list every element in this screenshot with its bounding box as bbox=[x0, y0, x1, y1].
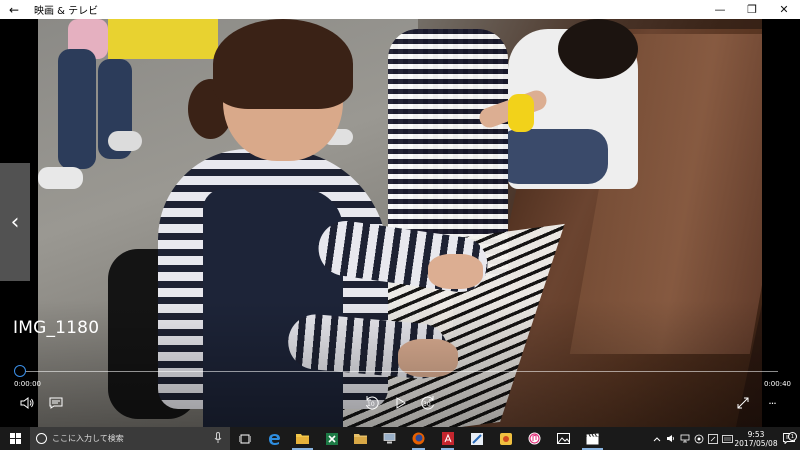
ellipsis-icon: ··· bbox=[768, 396, 776, 410]
captions-icon bbox=[49, 397, 63, 409]
window-title: 映画 & テレビ bbox=[34, 6, 99, 17]
chevron-up-icon bbox=[653, 436, 661, 441]
taskbar-clock[interactable]: 9:53 2017/05/08 bbox=[734, 430, 778, 448]
more-options-button[interactable]: ··· bbox=[762, 394, 782, 412]
chevron-left-icon: ‹ bbox=[10, 209, 20, 235]
video-hair bbox=[213, 19, 353, 109]
maximize-button[interactable]: ❐ bbox=[736, 0, 768, 19]
seek-thumb[interactable] bbox=[14, 365, 26, 377]
keyboard-icon bbox=[721, 434, 733, 443]
taskbar-acrobat[interactable] bbox=[433, 427, 462, 450]
video-shoe bbox=[38, 167, 83, 189]
movies-tv-window: ← 映画 & テレビ — ❐ ✕ ‹ IMG_1180 0:00:00 0:00… bbox=[0, 0, 800, 427]
taskbar-search-box[interactable]: ここに入力して検索 bbox=[30, 427, 230, 450]
network-icon bbox=[680, 434, 690, 443]
back-button[interactable]: ← bbox=[0, 0, 28, 19]
skip-forward-button[interactable]: 30 bbox=[418, 393, 438, 413]
previous-video-button[interactable]: ‹ bbox=[0, 163, 30, 281]
search-placeholder: ここに入力して検索 bbox=[52, 434, 124, 443]
itunes-icon bbox=[528, 432, 541, 445]
taskbar-file-explorer[interactable] bbox=[288, 427, 317, 450]
photos-icon bbox=[557, 433, 570, 444]
app-icon bbox=[470, 432, 483, 445]
tray-keyboard[interactable] bbox=[720, 434, 734, 443]
play-icon bbox=[396, 397, 406, 409]
computer-icon bbox=[383, 433, 396, 444]
restore-icon: ❐ bbox=[747, 3, 757, 16]
skip-back-label: 10 bbox=[367, 401, 375, 408]
total-time: 0:00:40 bbox=[764, 380, 791, 388]
taskbar-this-pc[interactable] bbox=[375, 427, 404, 450]
volume-button[interactable] bbox=[17, 394, 37, 412]
taskbar-firefox[interactable] bbox=[404, 427, 433, 450]
back-arrow-icon: ← bbox=[8, 2, 20, 17]
video-yellow-toy bbox=[508, 94, 534, 132]
action-center-button[interactable]: 1 bbox=[778, 432, 800, 444]
close-button[interactable]: ✕ bbox=[768, 0, 800, 19]
microphone-icon[interactable] bbox=[214, 432, 222, 444]
tray-app-icon bbox=[694, 434, 704, 443]
pen-icon bbox=[708, 433, 718, 444]
taskbar-app-a[interactable] bbox=[462, 427, 491, 450]
seek-bar[interactable] bbox=[20, 371, 778, 372]
minimize-button[interactable]: — bbox=[704, 0, 736, 19]
task-view-button[interactable] bbox=[230, 427, 259, 450]
film-clapper-icon bbox=[586, 433, 599, 444]
taskbar-itunes[interactable] bbox=[520, 427, 549, 450]
cortana-icon bbox=[36, 433, 47, 444]
video-shoe bbox=[108, 131, 142, 151]
windows-logo-icon bbox=[9, 433, 21, 444]
fullscreen-button[interactable] bbox=[734, 394, 752, 412]
taskbar-movies-tv[interactable] bbox=[578, 427, 607, 450]
video-kid-hair bbox=[558, 19, 638, 79]
current-time: 0:00:00 bbox=[14, 380, 41, 388]
tray-chevron[interactable] bbox=[650, 436, 664, 442]
folder-icon bbox=[354, 434, 367, 444]
app-icon bbox=[499, 432, 512, 445]
tray-ime[interactable] bbox=[706, 433, 720, 444]
fullscreen-icon bbox=[737, 397, 749, 409]
tray-app[interactable] bbox=[692, 434, 706, 444]
skip-forward-label: 30 bbox=[423, 401, 431, 408]
skip-back-button[interactable]: 10 bbox=[362, 393, 382, 413]
speaker-icon bbox=[667, 435, 674, 442]
edge-icon bbox=[268, 433, 280, 445]
subtitles-button[interactable] bbox=[46, 394, 66, 412]
start-button[interactable] bbox=[0, 427, 30, 450]
volume-icon bbox=[20, 397, 34, 409]
taskbar: ここに入力して検索 9:53 2017/05/08 1 bbox=[0, 427, 800, 450]
video-title: IMG_1180 bbox=[13, 318, 100, 338]
video-walker-leg bbox=[58, 49, 96, 169]
video-kid-jeans bbox=[498, 129, 608, 184]
taskbar-excel[interactable] bbox=[317, 427, 346, 450]
system-tray: 9:53 2017/05/08 1 bbox=[650, 427, 800, 450]
excel-icon bbox=[325, 432, 338, 445]
taskbar-photos[interactable] bbox=[549, 427, 578, 450]
clock-time: 9:53 bbox=[747, 429, 765, 439]
play-button[interactable] bbox=[392, 394, 410, 412]
tray-volume[interactable] bbox=[664, 434, 678, 443]
minimize-icon: — bbox=[714, 3, 726, 16]
firefox-icon bbox=[412, 432, 425, 445]
video-hand bbox=[428, 254, 483, 289]
acrobat-icon bbox=[441, 432, 454, 445]
title-bar: ← 映画 & テレビ — ❐ ✕ bbox=[0, 0, 800, 19]
notification-count: 1 bbox=[788, 432, 797, 441]
close-icon: ✕ bbox=[779, 3, 789, 16]
taskbar-edge[interactable] bbox=[259, 427, 288, 450]
video-yellow-table bbox=[108, 19, 218, 59]
taskbar-folder[interactable] bbox=[346, 427, 375, 450]
taskbar-app-b[interactable] bbox=[491, 427, 520, 450]
folder-icon bbox=[296, 434, 309, 444]
clock-date: 2017/05/08 bbox=[734, 438, 778, 448]
task-view-icon bbox=[238, 434, 251, 443]
tray-network[interactable] bbox=[678, 434, 692, 443]
